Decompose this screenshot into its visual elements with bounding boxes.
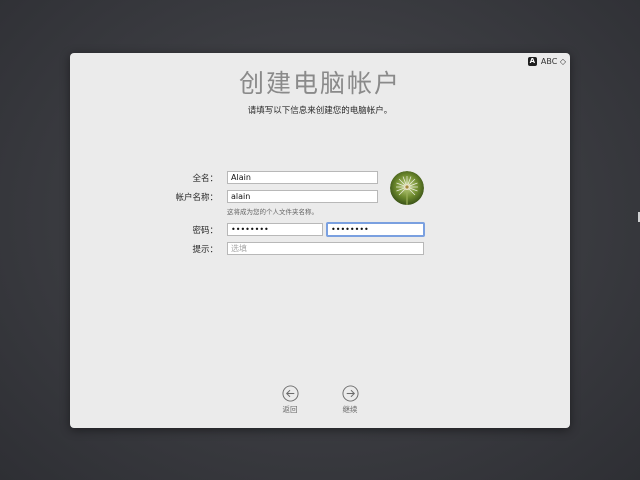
dandelion-icon bbox=[390, 171, 424, 205]
password-hint-field[interactable] bbox=[227, 242, 424, 255]
page-subtitle: 请填写以下信息来创建您的电脑帐户。 bbox=[247, 106, 393, 116]
arrow-right-icon bbox=[341, 385, 359, 402]
page-title: 创建电脑帐户 bbox=[238, 69, 401, 98]
full-name-field[interactable] bbox=[227, 171, 378, 184]
account-name-hint: 这将成为您的个人文件夹名称。 bbox=[227, 208, 318, 216]
arrow-left-icon bbox=[281, 385, 299, 402]
full-name-label: 全名： bbox=[192, 174, 218, 184]
account-name-label: 帐户名称： bbox=[175, 193, 218, 203]
continue-button[interactable]: 继续 bbox=[330, 385, 370, 415]
continue-label: 继续 bbox=[342, 405, 358, 414]
setup-panel: A ABC ◇ 创建电脑帐户 请填写以下信息来创建您的电脑帐户。 全名： 帐户名… bbox=[70, 53, 570, 428]
password-field[interactable] bbox=[227, 223, 323, 236]
password-label: 密码： bbox=[192, 226, 218, 236]
back-label: 返回 bbox=[282, 405, 298, 414]
back-button[interactable]: 返回 bbox=[270, 385, 310, 415]
verify-password-field[interactable] bbox=[326, 222, 425, 237]
password-hint-label: 提示： bbox=[192, 245, 218, 255]
user-avatar[interactable] bbox=[390, 171, 424, 205]
account-name-field[interactable] bbox=[227, 190, 378, 203]
